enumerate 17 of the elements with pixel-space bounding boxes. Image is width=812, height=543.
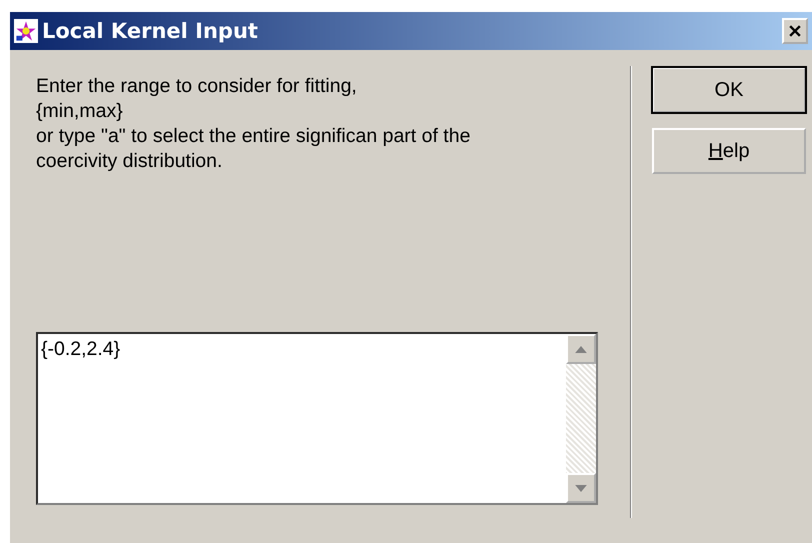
close-icon [789, 25, 801, 37]
app-icon [14, 19, 38, 43]
scrollbar[interactable] [566, 334, 596, 503]
prompt-text: or type "a" to select the entire significan part of the [36, 124, 472, 149]
prompt-text: Enter the range to consider for fitting, [36, 74, 358, 99]
down-triangle-icon [575, 484, 587, 492]
scroll-down-button[interactable] [566, 473, 596, 503]
dialog-button[interactable]: Help [652, 128, 806, 174]
window-title: Local Kernel Input [42, 19, 258, 43]
up-triangle-icon [575, 346, 587, 352]
dialog-button[interactable]: OK [652, 67, 806, 113]
prompt-text: coercivity distribution. [36, 149, 224, 174]
close-button[interactable] [782, 18, 808, 44]
input-text: {-0.2,2.4} [40, 337, 122, 361]
scroll-up-button[interactable] [566, 334, 596, 364]
prompt-text: {min,max} [36, 99, 124, 124]
text-area[interactable]: {-0.2,2.4} [36, 332, 598, 505]
